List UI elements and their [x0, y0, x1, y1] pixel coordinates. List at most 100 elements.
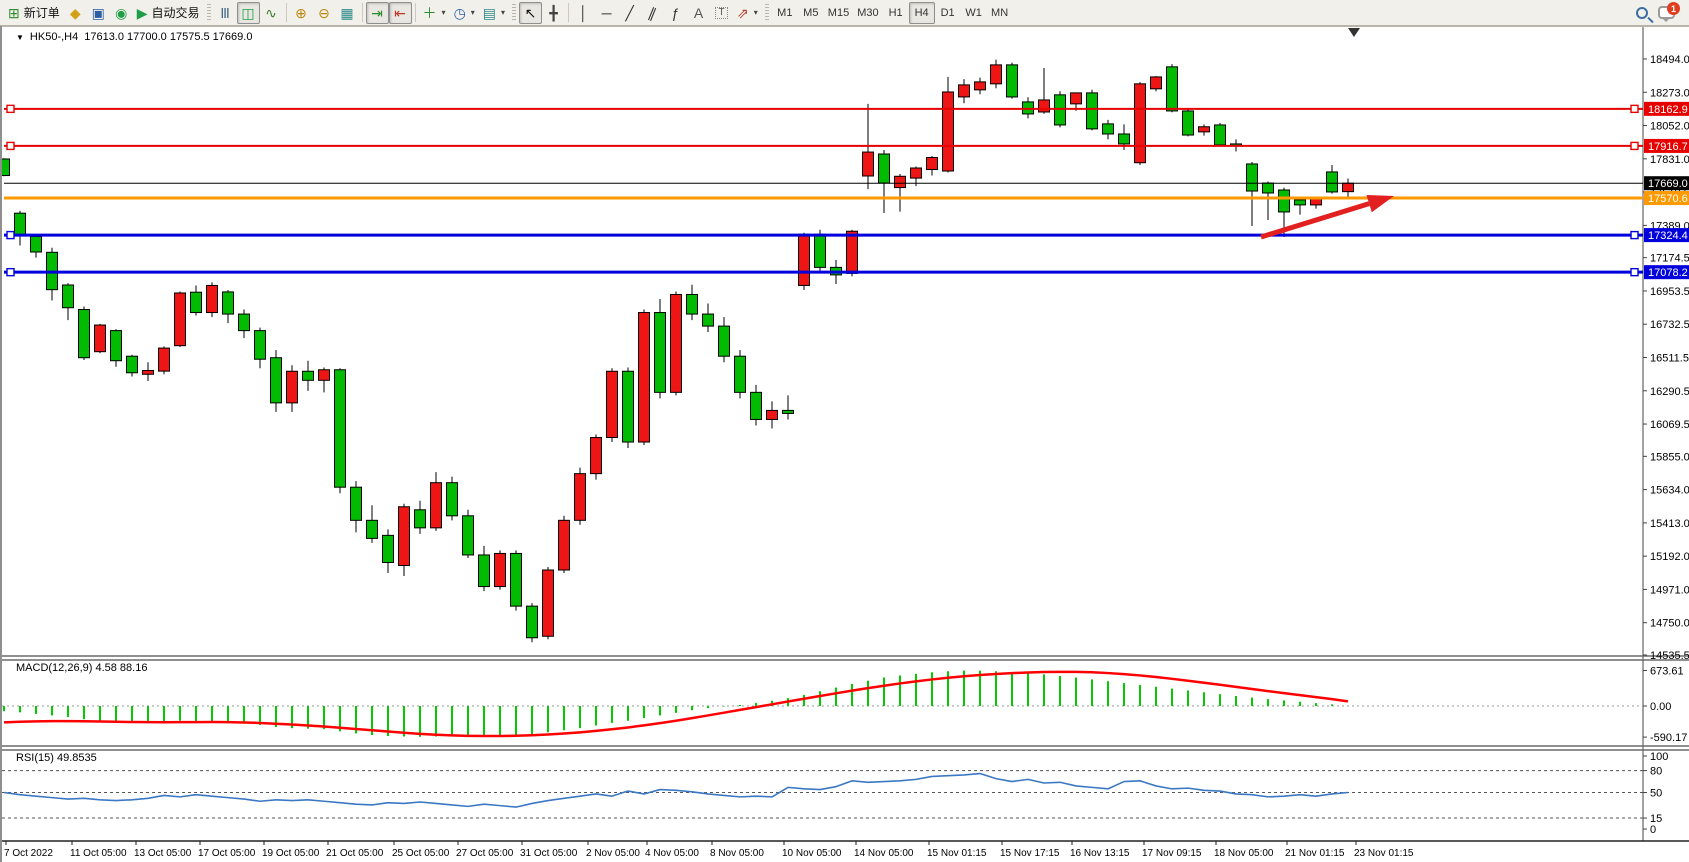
candles: [2, 60, 1354, 643]
timeframe-m1[interactable]: M1: [772, 2, 798, 24]
timeframe-w1[interactable]: W1: [961, 2, 987, 24]
svg-text:17324.4: 17324.4: [1648, 230, 1688, 242]
svg-text:15 Nov 17:15: 15 Nov 17:15: [1000, 848, 1060, 859]
metaeditor-button[interactable]: ◆: [64, 2, 87, 24]
signals-button[interactable]: ◉: [110, 2, 133, 24]
vertical-line-button[interactable]: │: [572, 2, 595, 24]
chevron-down-icon[interactable]: ▾: [754, 8, 758, 17]
templates-button[interactable]: ▤▾: [479, 2, 509, 24]
arrows-button[interactable]: ⇗▾: [733, 2, 762, 24]
chart-shift-button[interactable]: ⇤: [389, 2, 412, 24]
candle: [527, 603, 538, 642]
chat-icon[interactable]: 1: [1658, 6, 1675, 19]
toolbar-grip[interactable]: [207, 4, 211, 22]
toolbar-grip[interactable]: [765, 4, 769, 22]
timeframe-m30[interactable]: M30: [853, 2, 882, 24]
toolbar-groups: ⊞新订单◆▣◉▶自动交易Ⅲ◫∿⊕⊖▦⇥⇤＋▾◷▾▤▾↖╋│─╱∥ƒAT⇗▾M1M…: [4, 1, 1013, 25]
tile-windows-button[interactable]: ▦: [336, 2, 359, 24]
channel-button[interactable]: ∥: [641, 2, 664, 24]
candle: [1215, 123, 1226, 146]
svg-text:18162.9: 18162.9: [1648, 104, 1688, 116]
periods-button[interactable]: ◷▾: [450, 2, 479, 24]
line-chart-button[interactable]: ∿: [260, 2, 283, 24]
new-order-icon: ⊞: [8, 6, 20, 20]
tile-windows-icon: ▦: [340, 6, 353, 20]
toolbar-grip[interactable]: [512, 4, 516, 22]
chart-shift-marker[interactable]: [1348, 28, 1360, 37]
candle: [575, 468, 586, 525]
timeframe-m5[interactable]: M5: [798, 2, 824, 24]
timeframe-h1[interactable]: H1: [883, 2, 909, 24]
candle: [15, 211, 26, 246]
candle: [799, 233, 810, 290]
metaeditor-icon: ◆: [70, 6, 81, 20]
svg-text:14535.5: 14535.5: [1650, 650, 1689, 662]
timeframe-d1[interactable]: D1: [935, 2, 961, 24]
horizontal-line[interactable]: [4, 105, 1643, 112]
candle: [767, 401, 778, 428]
chevron-down-icon[interactable]: ▾: [501, 8, 505, 17]
zoom-out-button[interactable]: ⊖: [313, 2, 336, 24]
autotrading-button[interactable]: ▶自动交易: [133, 2, 204, 24]
zoom-in-button[interactable]: ⊕: [290, 2, 313, 24]
svg-text:0: 0: [1650, 824, 1656, 836]
svg-text:16 Nov 13:15: 16 Nov 13:15: [1070, 848, 1130, 859]
arrows-icon: ⇗: [737, 6, 749, 20]
candle: [1263, 182, 1274, 220]
text-button[interactable]: A: [687, 2, 710, 24]
chart-window[interactable]: 18494.018273.018052.017831.017610.517389…: [0, 26, 1689, 862]
bar-chart-button[interactable]: Ⅲ: [214, 2, 237, 24]
chevron-down-icon[interactable]: ▾: [471, 8, 475, 17]
candle: [1327, 165, 1338, 194]
toolbar: ⊞新订单◆▣◉▶自动交易Ⅲ◫∿⊕⊖▦⇥⇤＋▾◷▾▤▾↖╋│─╱∥ƒAT⇗▾M1M…: [0, 0, 1689, 26]
svg-text:16069.5: 16069.5: [1650, 419, 1689, 431]
timeframe-mn[interactable]: MN: [987, 2, 1013, 24]
candle: [1151, 76, 1162, 91]
pane-separator[interactable]: [2, 746, 1689, 750]
text-label-button[interactable]: T: [710, 2, 733, 24]
timeframe-h4[interactable]: H4: [909, 2, 935, 24]
templates-icon: ▤: [483, 6, 496, 20]
toolbar-separator: [362, 3, 363, 22]
chevron-down-icon[interactable]: ▾: [442, 8, 446, 17]
candlestick-button[interactable]: ◫: [237, 2, 260, 24]
horizontal-line-button[interactable]: ─: [595, 2, 618, 24]
candle: [511, 550, 522, 610]
auto-scroll-button[interactable]: ⇥: [366, 2, 389, 24]
candle: [879, 150, 890, 213]
market-button[interactable]: ▣: [87, 2, 110, 24]
candle: [463, 510, 474, 558]
candle: [1023, 97, 1034, 118]
fibonacci-button[interactable]: ƒ: [664, 2, 687, 24]
time-axis: 7 Oct 202211 Oct 05:0013 Oct 05:0017 Oct…: [4, 841, 1414, 859]
signals-icon: ◉: [115, 6, 127, 20]
candle: [783, 395, 794, 419]
svg-text:31 Oct 05:00: 31 Oct 05:00: [520, 848, 578, 859]
chart-canvas[interactable]: 18494.018273.018052.017831.017610.517389…: [2, 26, 1689, 862]
candle: [255, 328, 266, 369]
svg-text:50: 50: [1650, 788, 1662, 800]
trendline-button[interactable]: ╱: [618, 2, 641, 24]
svg-text:17 Nov 09:15: 17 Nov 09:15: [1142, 848, 1202, 859]
pane-separator[interactable]: [2, 656, 1689, 660]
candle: [1167, 64, 1178, 112]
svg-text:100: 100: [1650, 751, 1668, 763]
crosshair-button[interactable]: ╋: [542, 2, 565, 24]
svg-text:7 Oct 2022: 7 Oct 2022: [4, 848, 53, 859]
svg-text:17831.0: 17831.0: [1650, 154, 1689, 166]
collapse-arrow-icon[interactable]: ▼: [16, 33, 24, 42]
cursor-icon: ↖: [525, 6, 537, 20]
candle: [943, 77, 954, 173]
svg-text:16732.5: 16732.5: [1650, 319, 1689, 331]
candle: [735, 350, 746, 398]
new-order-button[interactable]: ⊞新订单: [4, 2, 64, 24]
indicators-button[interactable]: ＋▾: [419, 2, 450, 24]
market-icon: ▣: [92, 6, 105, 20]
timeframe-m15[interactable]: M15: [824, 2, 853, 24]
cursor-button[interactable]: ↖: [519, 2, 542, 24]
horizontal-line[interactable]: [4, 142, 1643, 149]
candle: [31, 234, 42, 257]
horizontal-line[interactable]: [4, 269, 1643, 276]
search-icon[interactable]: [1636, 7, 1648, 19]
candlestick-icon: ◫: [241, 6, 254, 20]
